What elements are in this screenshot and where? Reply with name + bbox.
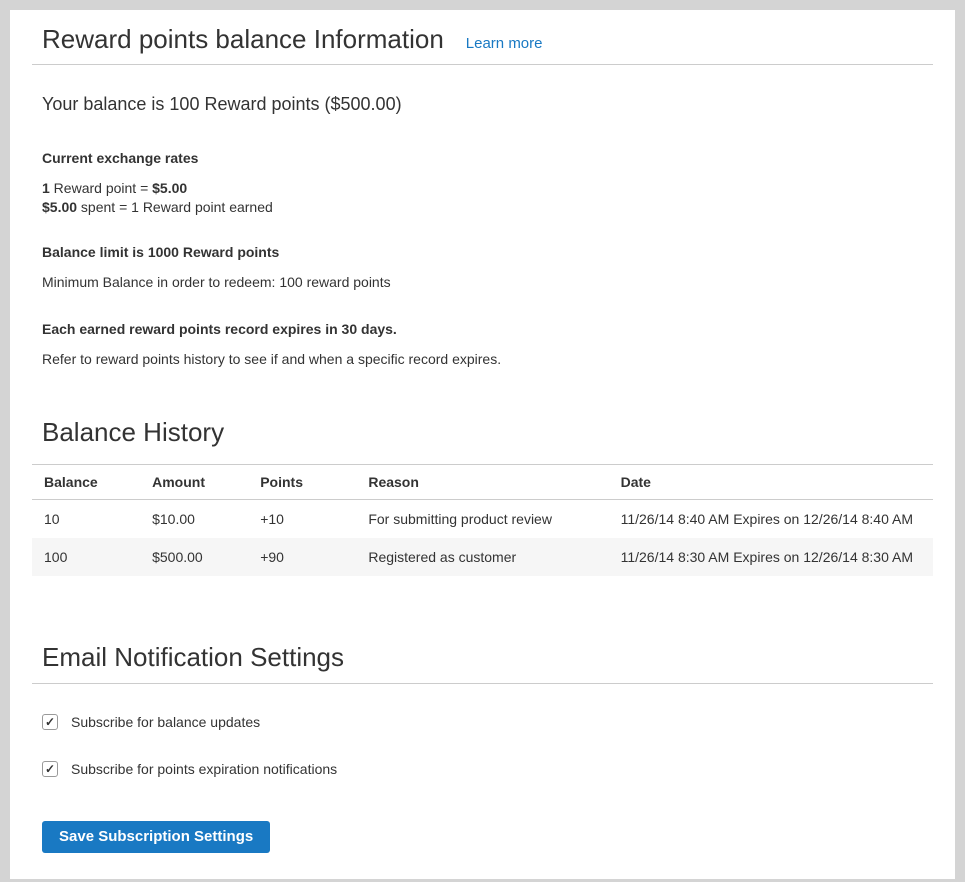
learn-more-link[interactable]: Learn more	[466, 35, 543, 52]
expiry-text: Each earned reward points record expires…	[42, 321, 923, 337]
expiry-note-text: Refer to reward points history to see if…	[42, 350, 923, 369]
column-header-amount: Amount	[140, 465, 248, 500]
balance-info-section: Your balance is 100 Reward points ($500.…	[32, 94, 933, 448]
column-header-points: Points	[248, 465, 356, 500]
cell-amount: $500.00	[140, 538, 248, 576]
cell-points: +10	[248, 500, 356, 539]
balance-updates-option: ✓ Subscribe for balance updates	[42, 714, 923, 730]
cell-points: +90	[248, 538, 356, 576]
cell-reason: For submitting product review	[356, 500, 608, 539]
balance-history-table: Balance Amount Points Reason Date 10 $10…	[32, 464, 933, 576]
balance-updates-checkbox[interactable]: ✓	[42, 714, 58, 730]
column-header-date: Date	[609, 465, 933, 500]
exchange-rate-value: $5.00	[42, 199, 77, 215]
balance-limit-text: Balance limit is 1000 Reward points	[42, 244, 923, 260]
cell-date: 11/26/14 8:40 AM Expires on 12/26/14 8:4…	[609, 500, 933, 539]
email-settings-divider	[32, 683, 933, 684]
exchange-rate-earn-line: 1 Reward point = $5.00	[42, 180, 187, 196]
exchange-rate-value: $5.00	[152, 180, 187, 196]
minimum-balance-text: Minimum Balance in order to redeem: 100 …	[42, 273, 923, 292]
reward-info-panel: Reward points balance Information Learn …	[10, 10, 955, 879]
column-header-reason: Reason	[356, 465, 608, 500]
email-settings-heading: Email Notification Settings	[42, 642, 923, 673]
expiration-notifications-checkbox[interactable]: ✓	[42, 761, 58, 777]
table-row: 10 $10.00 +10 For submitting product rev…	[32, 500, 933, 539]
email-notification-section: Email Notification Settings	[32, 642, 933, 673]
cell-amount: $10.00	[140, 500, 248, 539]
page-title: Reward points balance Information	[42, 24, 444, 55]
table-body: 10 $10.00 +10 For submitting product rev…	[32, 500, 933, 577]
exchange-rate-text: spent = 1 Reward point earned	[77, 199, 273, 215]
header-divider	[32, 64, 933, 65]
expiration-notifications-label: Subscribe for points expiration notifica…	[71, 761, 337, 777]
balance-updates-label: Subscribe for balance updates	[71, 714, 260, 730]
balance-history-heading: Balance History	[42, 417, 923, 448]
column-header-balance: Balance	[32, 465, 140, 500]
table-header-row: Balance Amount Points Reason Date	[32, 465, 933, 500]
save-subscription-settings-button[interactable]: Save Subscription Settings	[42, 821, 270, 853]
exchange-rate-value: 1	[42, 180, 50, 196]
cell-balance: 10	[32, 500, 140, 539]
balance-summary: Your balance is 100 Reward points ($500.…	[42, 94, 923, 115]
cell-balance: 100	[32, 538, 140, 576]
exchange-rate-spend-line: $5.00 spent = 1 Reward point earned	[42, 199, 273, 215]
checkmark-icon: ✓	[45, 763, 55, 775]
subscription-options: ✓ Subscribe for balance updates ✓ Subscr…	[32, 714, 933, 853]
checkmark-icon: ✓	[45, 716, 55, 728]
cell-date: 11/26/14 8:30 AM Expires on 12/26/14 8:3…	[609, 538, 933, 576]
exchange-rate-lines: 1 Reward point = $5.00 $5.00 spent = 1 R…	[42, 179, 923, 217]
expiration-notifications-option: ✓ Subscribe for points expiration notifi…	[42, 761, 923, 777]
table-row: 100 $500.00 +90 Registered as customer 1…	[32, 538, 933, 576]
cell-reason: Registered as customer	[356, 538, 608, 576]
table-header: Balance Amount Points Reason Date	[32, 465, 933, 500]
exchange-rates-heading: Current exchange rates	[42, 150, 923, 166]
exchange-rate-text: Reward point =	[50, 180, 152, 196]
page-header: Reward points balance Information Learn …	[32, 24, 933, 55]
